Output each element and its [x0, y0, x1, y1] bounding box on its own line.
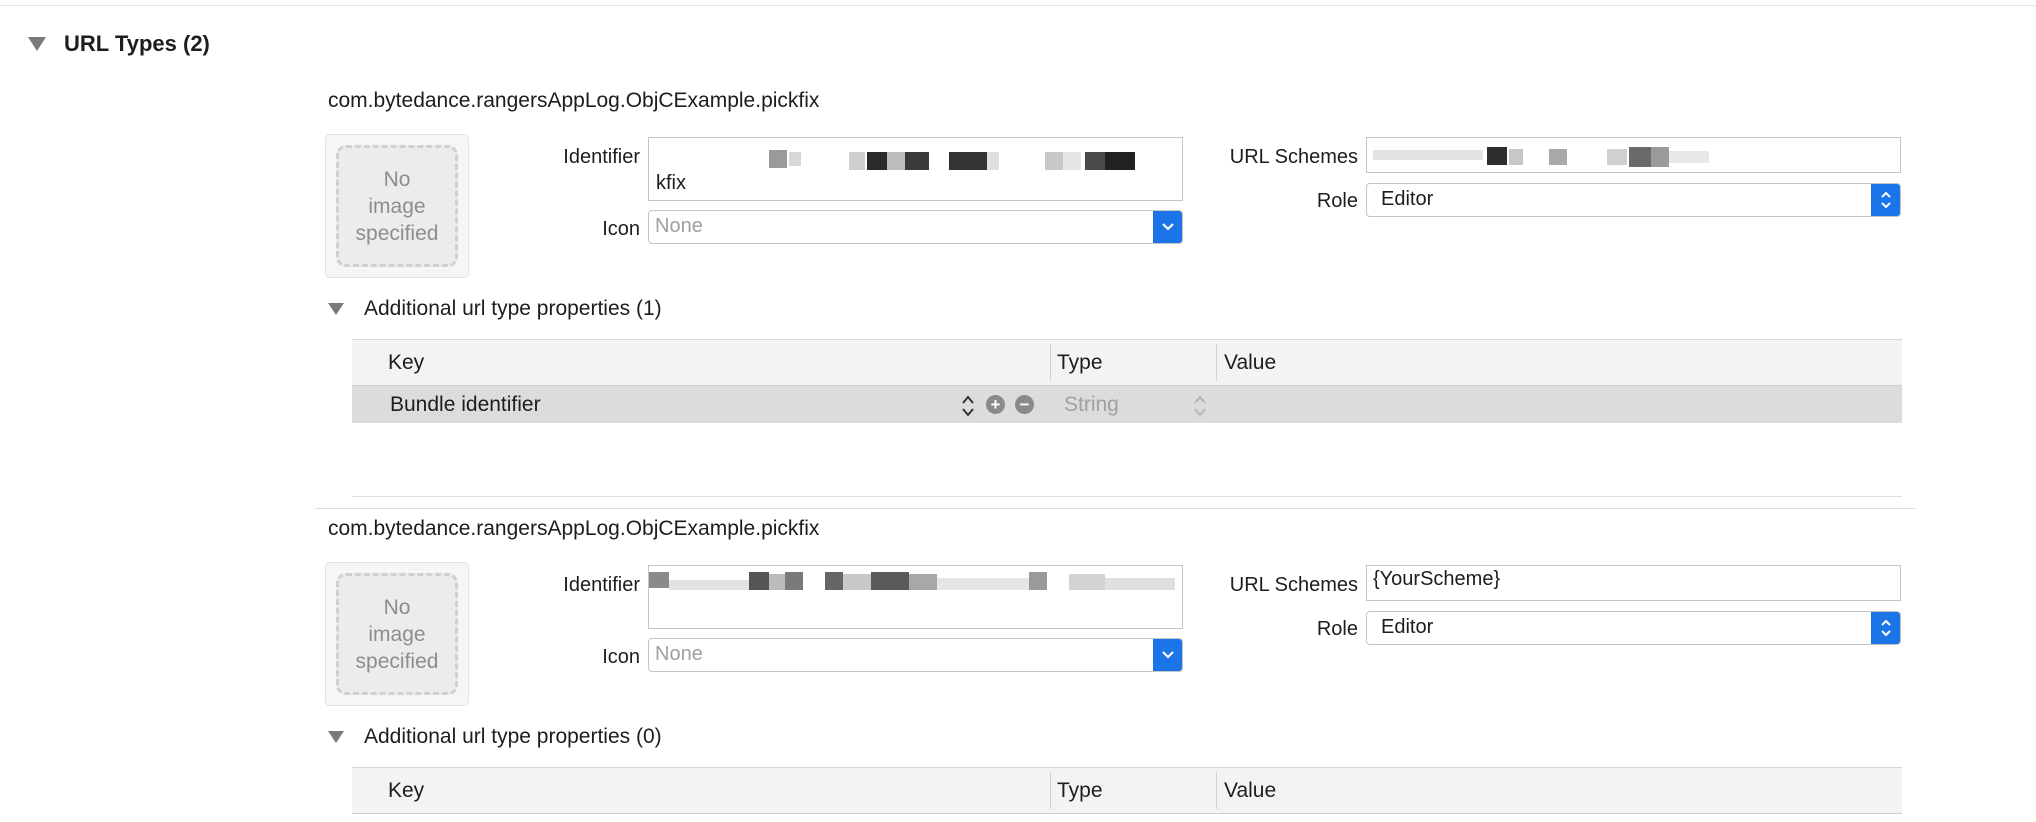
redaction: [887, 152, 905, 170]
up-down-stepper-icon[interactable]: [1871, 184, 1900, 216]
chevron-down-icon[interactable]: [1153, 639, 1182, 671]
disclosure-triangle-icon[interactable]: [328, 303, 344, 315]
redaction: [1629, 147, 1651, 167]
url-schemes-label: URL Schemes: [1229, 574, 1358, 596]
role-label: Role: [1316, 190, 1358, 212]
redaction: [669, 580, 749, 590]
identifier-label: Identifier: [563, 146, 640, 168]
no-image-placeholder: No image specified: [336, 145, 458, 267]
table-bottom-divider: [352, 496, 1902, 497]
identifier-field[interactable]: kfix: [648, 137, 1183, 201]
up-down-stepper-icon[interactable]: [1871, 612, 1900, 644]
url-type-title: com.bytedance.rangersAppLog.ObjCExample.…: [328, 89, 820, 112]
redaction: [1085, 152, 1105, 170]
redaction: [785, 572, 803, 590]
url-schemes-value: {YourScheme}: [1373, 568, 1501, 590]
redaction: [769, 574, 785, 590]
redaction: [825, 572, 843, 590]
image-well[interactable]: No image specified: [325, 134, 469, 278]
redaction: [1669, 151, 1709, 163]
up-down-stepper-icon[interactable]: [1192, 392, 1208, 426]
no-image-text: specified: [355, 221, 439, 245]
redaction: [1607, 149, 1627, 165]
url-schemes-field[interactable]: [1366, 137, 1901, 173]
redaction: [649, 572, 669, 588]
row-key[interactable]: Bundle identifier: [390, 393, 541, 417]
redaction: [1105, 152, 1135, 170]
redaction: [949, 152, 987, 170]
url-type-separator: [315, 508, 1915, 509]
no-image-placeholder: No image specified: [336, 573, 458, 695]
redaction: [843, 574, 871, 590]
column-header-key[interactable]: Key: [388, 779, 424, 803]
redaction: [1373, 150, 1483, 160]
table-row[interactable]: Bundle identifier + − String: [352, 386, 1902, 423]
row-type[interactable]: String: [1064, 393, 1119, 417]
column-header-type[interactable]: Type: [1057, 351, 1103, 375]
plus-circle-icon[interactable]: +: [986, 395, 1005, 414]
no-image-text: image: [368, 194, 426, 218]
redaction: [905, 152, 929, 170]
role-popup[interactable]: Editor: [1366, 611, 1901, 645]
props-title: Additional url type properties (1): [364, 297, 662, 320]
redaction: [1029, 572, 1047, 590]
role-popup-value: Editor: [1381, 616, 1434, 638]
redaction: [1069, 574, 1105, 590]
redaction: [1509, 149, 1523, 165]
no-image-text: specified: [355, 649, 439, 673]
column-header-value[interactable]: Value: [1224, 779, 1276, 803]
icon-popup-value: None: [655, 643, 703, 665]
identifier-value: kfix: [656, 172, 686, 194]
top-divider: [0, 5, 2036, 6]
props-table-header: Key Type Value: [352, 767, 1902, 814]
column-header-key[interactable]: Key: [388, 351, 424, 375]
identifier-label: Identifier: [563, 574, 640, 596]
role-label: Role: [1316, 618, 1358, 640]
icon-label: Icon: [602, 218, 640, 240]
redaction: [1651, 147, 1669, 167]
no-image-text: No: [383, 595, 411, 619]
redaction: [849, 152, 865, 170]
disclosure-triangle-icon[interactable]: [28, 37, 46, 51]
redaction: [1487, 147, 1507, 165]
column-header-value[interactable]: Value: [1224, 351, 1276, 375]
redaction: [749, 572, 769, 590]
role-popup[interactable]: Editor: [1366, 183, 1901, 217]
column-separator[interactable]: [1050, 344, 1051, 381]
redaction: [1549, 149, 1567, 165]
redaction: [769, 150, 787, 168]
url-type-title: com.bytedance.rangersAppLog.ObjCExample.…: [328, 517, 820, 540]
url-schemes-field[interactable]: {YourScheme}: [1366, 565, 1901, 601]
column-separator[interactable]: [1216, 772, 1217, 809]
disclosure-triangle-icon[interactable]: [328, 731, 344, 743]
column-header-type[interactable]: Type: [1057, 779, 1103, 803]
redaction: [987, 152, 999, 170]
icon-label: Icon: [602, 646, 640, 668]
icon-popup-value: None: [655, 215, 703, 237]
no-image-text: image: [368, 622, 426, 646]
props-table-header: Key Type Value: [352, 339, 1902, 386]
role-popup-value: Editor: [1381, 188, 1434, 210]
redaction: [867, 152, 887, 170]
up-down-stepper-icon[interactable]: [960, 392, 976, 426]
icon-popup[interactable]: None: [648, 210, 1183, 244]
minus-circle-icon[interactable]: −: [1015, 395, 1034, 414]
section-title: URL Types (2): [64, 31, 210, 56]
column-separator[interactable]: [1050, 772, 1051, 809]
image-well[interactable]: No image specified: [325, 562, 469, 706]
icon-popup[interactable]: None: [648, 638, 1183, 672]
redaction: [909, 574, 937, 590]
column-separator[interactable]: [1216, 344, 1217, 381]
redaction: [1105, 578, 1175, 590]
redaction: [871, 572, 909, 590]
redaction: [789, 152, 801, 166]
chevron-down-icon[interactable]: [1153, 211, 1182, 243]
identifier-field[interactable]: [648, 565, 1183, 629]
redaction: [1045, 152, 1063, 170]
url-schemes-label: URL Schemes: [1229, 146, 1358, 168]
props-title: Additional url type properties (0): [364, 725, 662, 748]
redaction: [1063, 152, 1081, 170]
no-image-text: No: [383, 167, 411, 191]
